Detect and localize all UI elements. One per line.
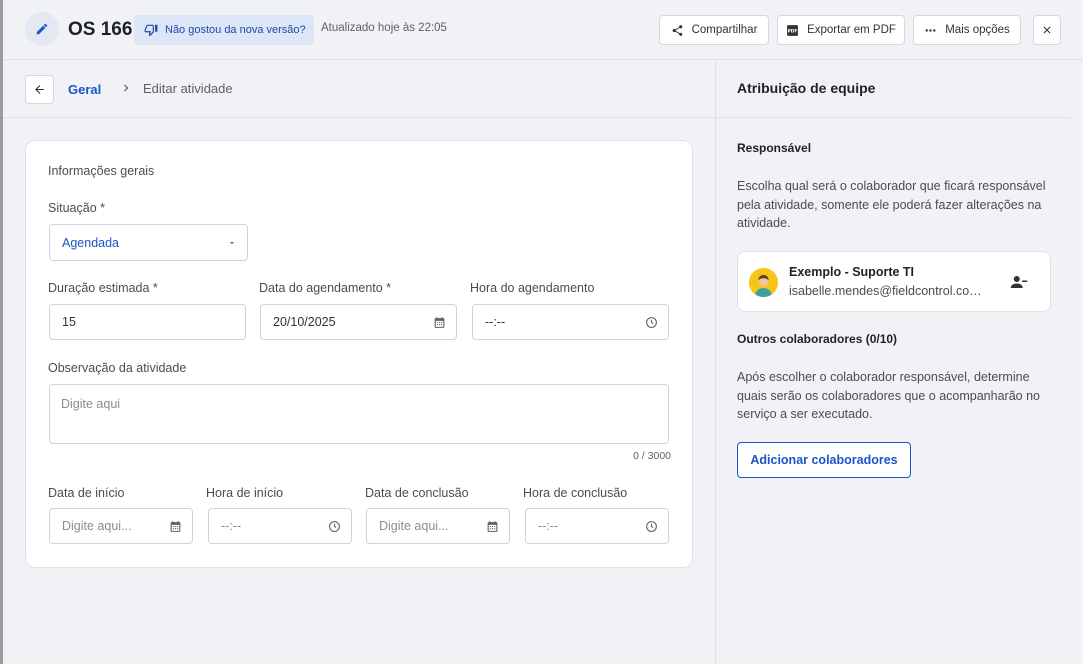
responsible-email: isabelle.mendes@fieldcontrol.com.br: [789, 284, 984, 298]
duration-label: Duração estimada *: [48, 281, 158, 295]
panel-divider: [715, 61, 716, 664]
avatar: [749, 268, 778, 297]
end-date-input[interactable]: Digite aqui...: [366, 508, 510, 544]
calendar-icon: [434, 316, 445, 328]
export-pdf-label: Exportar em PDF: [807, 24, 896, 36]
arrow-left-icon: [35, 85, 44, 94]
end-date-placeholder: Digite aqui...: [379, 519, 449, 533]
clock-icon: [329, 520, 340, 532]
add-collaborators-button[interactable]: Adicionar colaboradores: [737, 442, 911, 478]
schedule-time-value: --:--: [485, 315, 506, 329]
back-button[interactable]: [25, 75, 54, 104]
others-heading: Outros colaboradores (0/10): [737, 332, 898, 346]
notes-textarea[interactable]: Digite aqui: [49, 384, 669, 444]
clock-icon: [646, 316, 657, 328]
more-horizontal-icon: [925, 28, 936, 32]
start-date-label: Data de início: [48, 486, 125, 500]
close-button[interactable]: [1033, 15, 1061, 45]
start-time-input[interactable]: --:--: [208, 508, 352, 544]
remove-user-icon: [1010, 276, 1028, 288]
duration-value: 15: [62, 315, 76, 329]
feedback-button[interactable]: Não gostou da nova versão?: [134, 15, 314, 45]
end-date-label: Data de conclusão: [365, 486, 469, 500]
responsible-description: Escolha qual será o colaborador que fica…: [737, 179, 1046, 230]
responsible-card: Exemplo - Suporte TI isabelle.mendes@fie…: [737, 251, 1051, 312]
clock-icon: [646, 520, 657, 532]
breadcrumb-general-link[interactable]: Geral: [68, 82, 101, 97]
share-button[interactable]: Compartilhar: [659, 15, 769, 45]
thumbs-down-icon: [144, 24, 158, 37]
updated-timestamp: Atualizado hoje às 22:05: [321, 22, 447, 34]
export-pdf-button[interactable]: PDF Exportar em PDF: [777, 15, 905, 45]
schedule-date-value: 20/10/2025: [273, 315, 336, 329]
schedule-time-input[interactable]: --:--: [472, 304, 669, 340]
share-icon: [672, 24, 682, 36]
breadcrumb: Geral Editar atividade: [3, 61, 715, 118]
start-time-label: Hora de início: [206, 486, 284, 500]
more-options-button[interactable]: Mais opções: [913, 15, 1021, 45]
status-label: Situação *: [48, 201, 105, 215]
notes-counter: 0 / 3000: [633, 450, 671, 462]
remove-responsible-button[interactable]: [1010, 273, 1028, 296]
responsible-name: Exemplo - Suporte TI: [789, 265, 915, 279]
schedule-time-label: Hora do agendamento: [470, 281, 595, 295]
svg-text:PDF: PDF: [788, 28, 798, 34]
duration-input[interactable]: 15: [49, 304, 246, 340]
feedback-label: Não gostou da nova versão?: [165, 24, 306, 36]
status-value: Agendada: [62, 235, 120, 250]
end-time-label: Hora de conclusão: [523, 486, 628, 500]
pdf-icon: PDF: [787, 24, 798, 36]
edit-title-button[interactable]: [25, 12, 59, 46]
general-info-card: Informações gerais Situação * Agendada D…: [25, 140, 693, 568]
team-panel-title: Atribuição de equipe: [737, 80, 876, 96]
section-title: Informações gerais: [48, 164, 155, 178]
schedule-date-input[interactable]: 20/10/2025: [260, 304, 457, 340]
caret-down-icon: [229, 241, 235, 244]
others-description: Após escolher o colaborador responsável,…: [737, 370, 1040, 421]
page-header: OS 166 Não gostou da nova versão? Atuali…: [3, 0, 1083, 60]
page-title: OS 166: [68, 19, 133, 40]
pencil-icon: [36, 23, 48, 35]
responsible-heading: Responsável: [737, 141, 812, 155]
start-date-input[interactable]: Digite aqui...: [49, 508, 193, 544]
end-time-value: --:--: [538, 519, 559, 533]
start-time-value: --:--: [221, 519, 242, 533]
end-time-input[interactable]: --:--: [525, 508, 669, 544]
schedule-date-label: Data do agendamento *: [259, 281, 392, 295]
more-options-label: Mais opções: [945, 24, 1010, 36]
start-date-placeholder: Digite aqui...: [62, 519, 132, 533]
status-select[interactable]: Agendada: [49, 224, 248, 261]
team-panel-separator: [716, 117, 1071, 118]
calendar-icon: [170, 520, 181, 532]
close-icon: [1043, 26, 1051, 34]
notes-label: Observação da atividade: [48, 361, 187, 375]
breadcrumb-current: Editar atividade: [143, 81, 233, 96]
share-label: Compartilhar: [691, 24, 758, 36]
calendar-icon: [487, 520, 498, 532]
chevron-right-icon: [119, 81, 133, 100]
